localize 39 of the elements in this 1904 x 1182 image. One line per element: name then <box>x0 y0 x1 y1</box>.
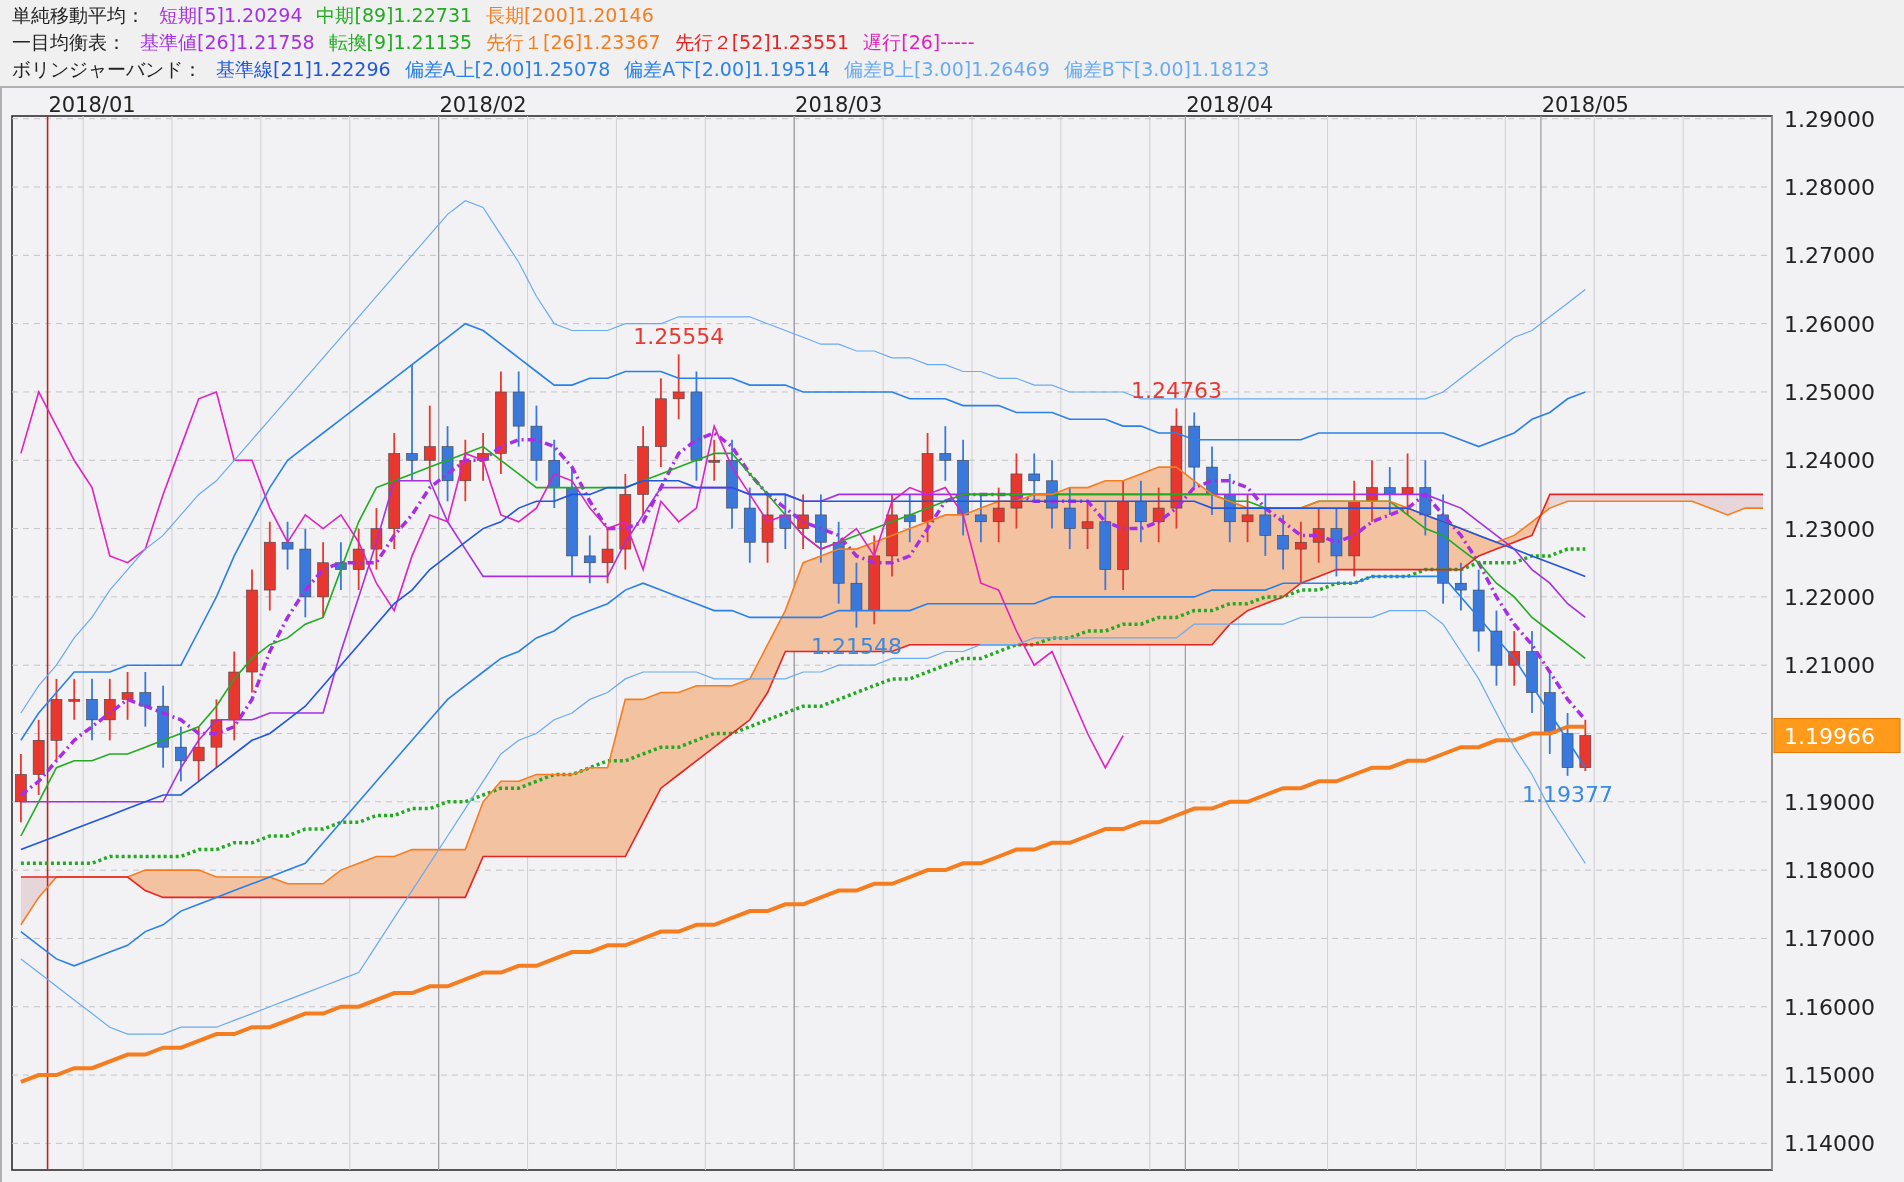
price-label: 1.19000 <box>1784 789 1875 815</box>
price-annotation: 1.24763 <box>1130 378 1222 404</box>
current-price-tag: 1.19966 <box>1773 718 1901 754</box>
legend-item: 偏差A下[2.00]1.19514 <box>624 57 830 82</box>
legend-item: 遅行[26]----- <box>863 30 975 55</box>
legend-item: 基準線[21]1.22296 <box>216 57 391 82</box>
price-annotation: 1.25554 <box>633 324 725 350</box>
legend-item: 基準値[26]1.21758 <box>140 30 315 55</box>
price-label: 1.28000 <box>1784 175 1875 201</box>
legend-item: 先行２[52]1.23551 <box>674 30 850 55</box>
legend-item: 先行１[26]1.23367 <box>486 30 661 55</box>
price-label: 1.14000 <box>1784 1131 1875 1157</box>
price-label: 1.26000 <box>1784 311 1875 337</box>
legend-item: 転換[9]1.21135 <box>328 30 473 55</box>
price-label: 1.24000 <box>1784 448 1875 474</box>
legend-item: 偏差A上[2.00]1.25078 <box>404 57 611 82</box>
legend-item: 中期[89]1.22731 <box>316 3 473 28</box>
date-label: 2018/04 <box>1186 93 1274 117</box>
legend-title: ボリンジャーバンド： <box>12 57 202 82</box>
date-label: 2018/05 <box>1541 93 1629 117</box>
price-label: 1.29000 <box>1784 106 1875 132</box>
date-label: 2018/02 <box>439 93 527 117</box>
legend-title: 一目均衡表： <box>12 30 126 55</box>
date-label: 2018/01 <box>48 93 136 117</box>
price-label: 1.15000 <box>1784 1063 1875 1089</box>
price-label: 1.17000 <box>1784 926 1875 952</box>
price-label: 1.18000 <box>1784 858 1875 884</box>
legend-item: 偏差B下[3.00]1.18123 <box>1063 57 1270 82</box>
price-label: 1.23000 <box>1784 516 1875 542</box>
price-label: 1.27000 <box>1784 243 1875 269</box>
legend-item: 短期[5]1.20294 <box>159 3 303 28</box>
date-label: 2018/03 <box>795 93 883 117</box>
price-label: 1.22000 <box>1784 584 1875 610</box>
price-label: 1.16000 <box>1784 994 1875 1020</box>
price-label: 1.25000 <box>1784 379 1875 405</box>
legend-item: 偏差B上[3.00]1.26469 <box>844 57 1050 82</box>
legend-item: 長期[200]1.20146 <box>486 3 654 28</box>
legend-title: 単純移動平均： <box>12 3 145 28</box>
price-label: 1.21000 <box>1784 653 1875 679</box>
